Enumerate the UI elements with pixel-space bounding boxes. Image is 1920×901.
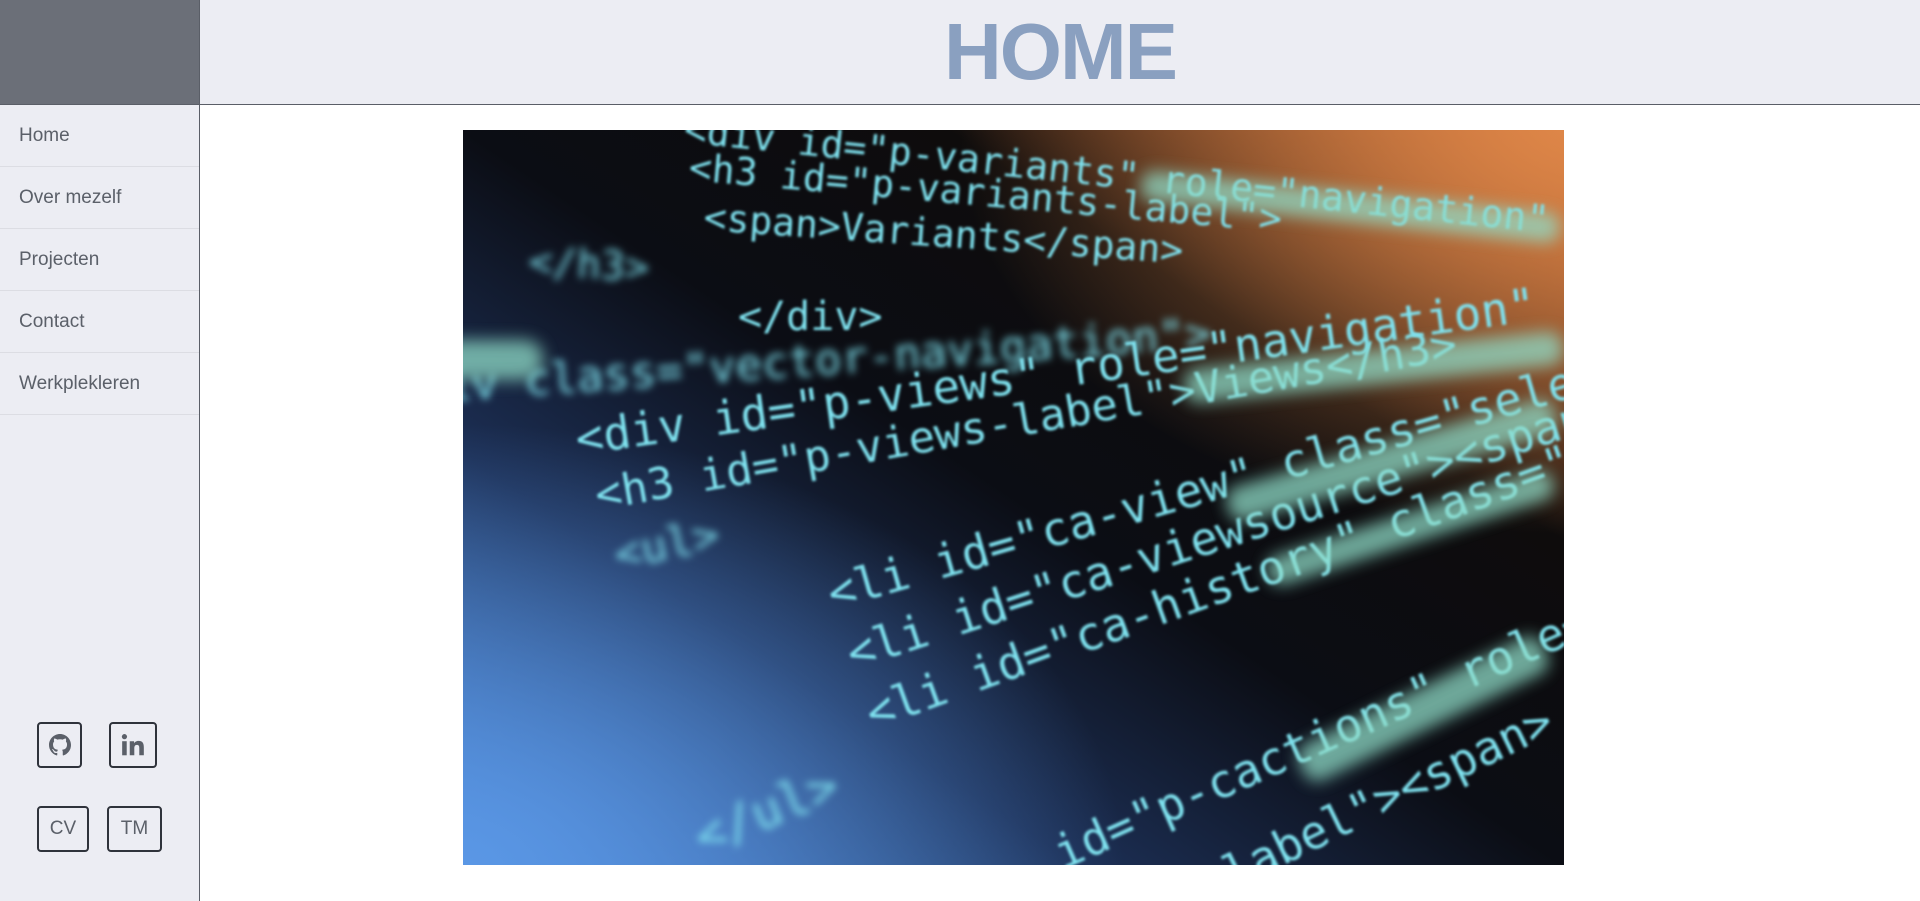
sidebar-item-projecten[interactable]: Projecten — [0, 229, 199, 291]
sidebar-item-contact[interactable]: Contact — [0, 291, 199, 353]
sidebar-item-home[interactable]: Home — [0, 105, 199, 167]
hero-image: <div id="p-variants" role="navigation" <… — [463, 130, 1564, 865]
sidebar-nav: Home Over mezelf Projecten Contact Werkp… — [0, 105, 199, 415]
sidebar-item-over-mezelf[interactable]: Over mezelf — [0, 167, 199, 229]
linkedin-button[interactable] — [109, 722, 157, 768]
tm-button[interactable]: TM — [107, 806, 162, 852]
page-title: HOME — [944, 7, 1178, 96]
code-line: </h3> — [527, 239, 650, 291]
sidebar: Home Over mezelf Projecten Contact Werkp… — [0, 0, 200, 901]
sidebar-logo-area — [0, 0, 199, 105]
page-header: HOME — [200, 0, 1920, 105]
code-photo: <div id="p-variants" role="navigation" <… — [463, 130, 1564, 865]
app-window: Home Over mezelf Projecten Contact Werkp… — [0, 0, 1920, 901]
linkedin-icon — [121, 734, 144, 756]
github-button[interactable] — [37, 722, 82, 768]
cv-button[interactable]: CV — [37, 806, 89, 852]
sidebar-item-werkplekleren[interactable]: Werkplekleren — [0, 353, 199, 415]
github-icon — [48, 734, 71, 756]
